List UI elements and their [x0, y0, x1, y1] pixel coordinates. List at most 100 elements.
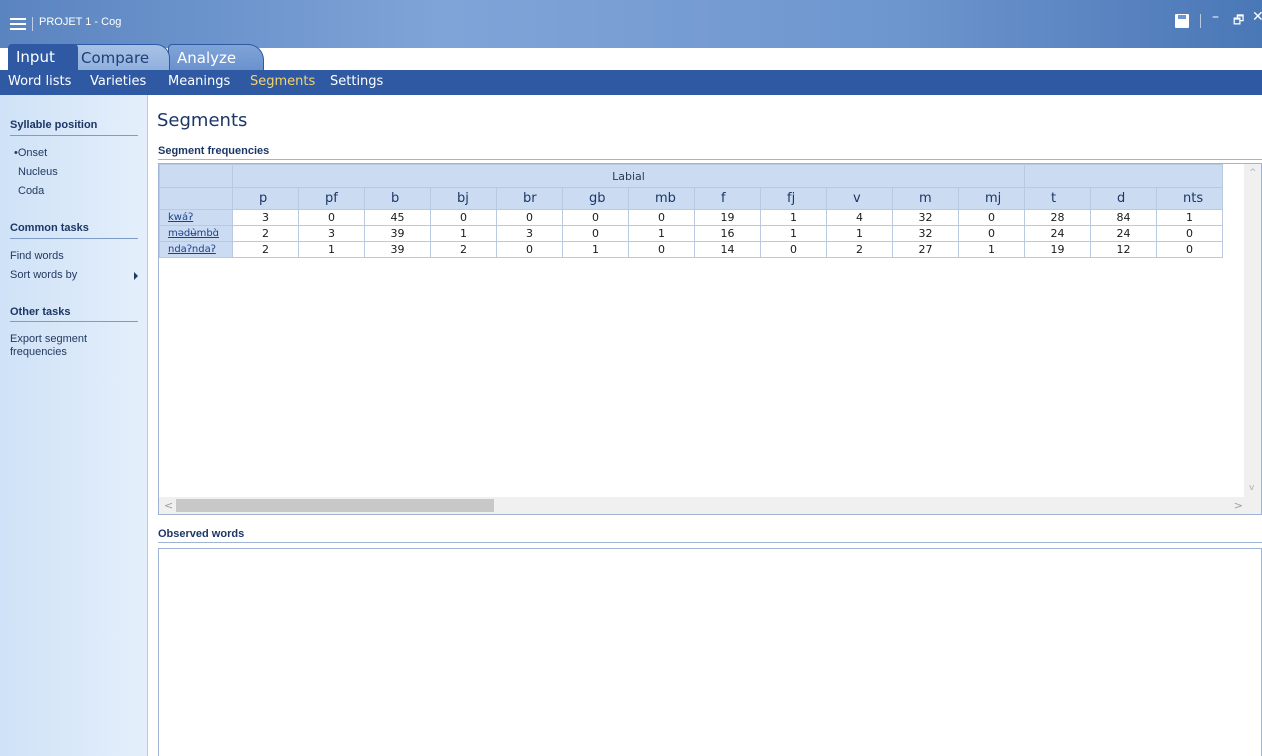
tab-compare[interactable]: Compare [72, 44, 170, 70]
frequency-cell[interactable]: 24 [1090, 225, 1157, 242]
frequency-cell[interactable]: 0 [1156, 225, 1223, 242]
subnav-meanings[interactable]: Meanings [168, 74, 230, 89]
frequency-cell[interactable]: 0 [562, 209, 629, 226]
position-onset-label: Onset [17, 147, 48, 159]
frequency-cell[interactable]: 3 [232, 209, 299, 226]
frequency-cell[interactable]: 0 [760, 241, 827, 258]
segment-header-d[interactable]: d [1090, 187, 1157, 210]
position-nucleus[interactable]: Nucleus [18, 166, 58, 178]
frequency-cell[interactable]: 24 [1024, 225, 1091, 242]
position-onset[interactable]: •Onset [14, 147, 47, 159]
frequency-cell[interactable]: 45 [364, 209, 431, 226]
segment-header-f[interactable]: f [694, 187, 761, 210]
scroll-right-icon[interactable]: > [1234, 499, 1243, 512]
frequency-cell[interactable]: 19 [1024, 241, 1091, 258]
frequency-cell[interactable]: 3 [298, 225, 365, 242]
frequency-cell[interactable]: 2 [232, 225, 299, 242]
restore-icon[interactable]: 🗗 [1233, 11, 1244, 32]
sort-words-by-link[interactable]: Sort words by [10, 269, 77, 282]
frequency-cell[interactable]: 1 [760, 225, 827, 242]
segment-header-nts[interactable]: nts [1156, 187, 1223, 210]
frequency-cell[interactable]: 28 [1024, 209, 1091, 226]
frequency-cell[interactable]: 0 [1156, 241, 1223, 258]
position-coda[interactable]: Coda [18, 185, 44, 197]
segment-header-mj[interactable]: mj [958, 187, 1025, 210]
segment-header-b[interactable]: b [364, 187, 431, 210]
frequency-cell[interactable]: 1 [1156, 209, 1223, 226]
frequency-cell[interactable]: 0 [628, 209, 695, 226]
segment-header-pf[interactable]: pf [298, 187, 365, 210]
frequency-cell[interactable]: 84 [1090, 209, 1157, 226]
frequency-cell[interactable]: 32 [892, 209, 959, 226]
horizontal-scroll-thumb[interactable] [176, 499, 494, 512]
segment-header-fj[interactable]: fj [760, 187, 827, 210]
common-tasks-heading: Common tasks [10, 222, 89, 234]
syllable-position-heading: Syllable position [10, 119, 98, 131]
observed-words-list[interactable] [158, 548, 1262, 756]
variety-link[interactable]: mədʉ̀mbɑ̀ [168, 228, 219, 239]
close-icon[interactable]: ✕ [1252, 9, 1262, 25]
frequency-cell[interactable]: 1 [760, 209, 827, 226]
frequency-cell[interactable]: 14 [694, 241, 761, 258]
subnav-settings[interactable]: Settings [330, 74, 383, 89]
tab-analyze[interactable]: Analyze [168, 44, 264, 70]
minimize-icon[interactable]: – [1212, 9, 1219, 25]
variety-link[interactable]: ndaʔndaʔ [168, 244, 216, 255]
subnav-word-lists[interactable]: Word lists [8, 74, 71, 89]
sidebar: Syllable position •Onset Nucleus Coda Co… [0, 95, 148, 756]
frequency-cell[interactable]: 0 [496, 209, 563, 226]
frequency-cell[interactable]: 0 [628, 241, 695, 258]
segment-header-m[interactable]: m [892, 187, 959, 210]
segment-header-bj[interactable]: bj [430, 187, 497, 210]
frequency-cell[interactable]: 0 [298, 209, 365, 226]
scroll-down-icon[interactable]: v [1249, 483, 1254, 493]
frequency-cell[interactable]: 1 [628, 225, 695, 242]
segment-header-p[interactable]: p [232, 187, 299, 210]
segment-frequencies-heading: Segment frequencies [158, 145, 270, 157]
segment-frequencies-rule [158, 159, 1262, 160]
subnav-segments[interactable]: Segments [250, 74, 315, 89]
frequency-cell[interactable]: 1 [298, 241, 365, 258]
frequency-cell[interactable]: 4 [826, 209, 893, 226]
menu-icon[interactable] [10, 18, 26, 30]
frequency-cell[interactable]: 27 [892, 241, 959, 258]
frequency-cell[interactable]: 39 [364, 241, 431, 258]
frequency-cell[interactable]: 1 [826, 225, 893, 242]
scroll-up-icon[interactable]: ^ [1249, 168, 1257, 178]
segment-header-t[interactable]: t [1024, 187, 1091, 210]
frequency-cell[interactable]: 1 [430, 225, 497, 242]
horizontal-scrollbar[interactable]: < > [159, 497, 1261, 514]
grid-corner [159, 164, 233, 188]
frequency-cell[interactable]: 32 [892, 225, 959, 242]
group-header-next [1024, 164, 1223, 188]
frequency-cell[interactable]: 2 [826, 241, 893, 258]
frequency-cell[interactable]: 12 [1090, 241, 1157, 258]
subnav-varieties[interactable]: Varieties [90, 74, 146, 89]
frequency-cell[interactable]: 16 [694, 225, 761, 242]
frequency-cell[interactable]: 0 [958, 225, 1025, 242]
segment-header-v[interactable]: v [826, 187, 893, 210]
frequency-cell[interactable]: 1 [562, 241, 629, 258]
segment-header-gb[interactable]: gb [562, 187, 629, 210]
vertical-scrollbar[interactable]: ^ v [1244, 164, 1261, 497]
frequency-cell[interactable]: 3 [496, 225, 563, 242]
frequency-cell[interactable]: 0 [562, 225, 629, 242]
frequency-cell[interactable]: 2 [232, 241, 299, 258]
table-row: mədʉ̀mbɑ̀ 2 3 39 1 3 0 1 16 1 1 32 0 24 24 0 [159, 225, 1223, 242]
find-words-link[interactable]: Find words [10, 250, 64, 263]
frequency-cell[interactable]: 0 [958, 209, 1025, 226]
segment-header-br[interactable]: br [496, 187, 563, 210]
frequency-cell[interactable]: 19 [694, 209, 761, 226]
save-icon[interactable] [1175, 14, 1189, 28]
frequency-cell[interactable]: 0 [430, 209, 497, 226]
export-segment-frequencies-link[interactable]: Export segment frequencies [10, 333, 120, 359]
frequency-cell[interactable]: 2 [430, 241, 497, 258]
variety-link[interactable]: kwáʔ [168, 212, 193, 223]
frequency-cell[interactable]: 1 [958, 241, 1025, 258]
tab-input[interactable]: Input [8, 44, 78, 70]
scroll-left-icon[interactable]: < [164, 499, 173, 512]
segment-header-mb[interactable]: mb [628, 187, 695, 210]
frequency-cell[interactable]: 0 [496, 241, 563, 258]
frequency-cell[interactable]: 39 [364, 225, 431, 242]
chevron-right-icon[interactable] [134, 272, 138, 280]
